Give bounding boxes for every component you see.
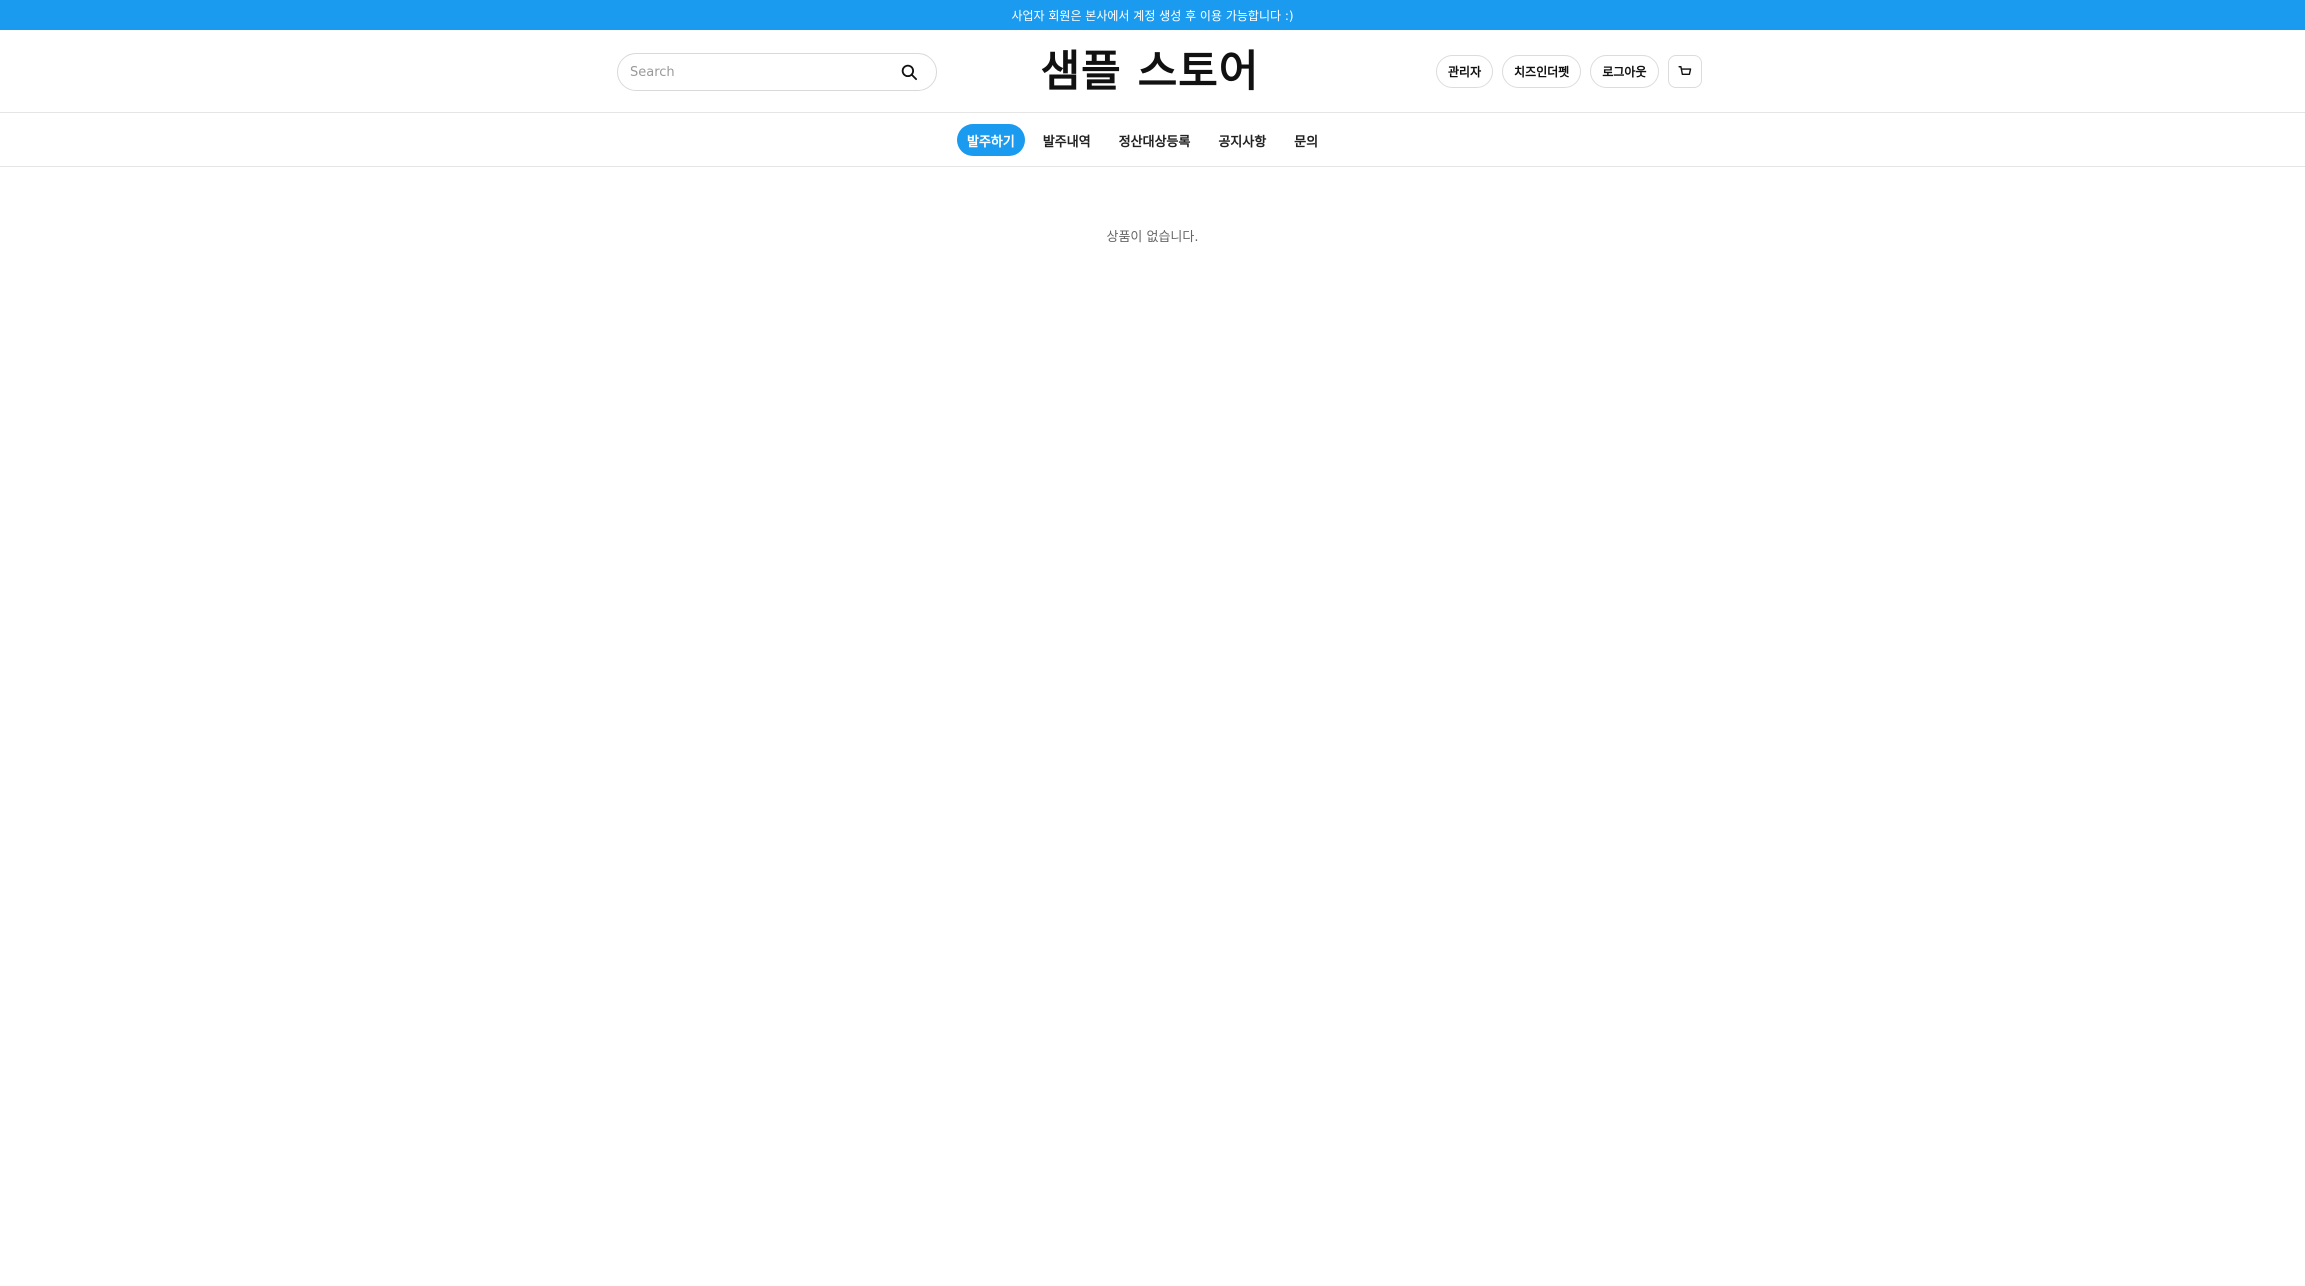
search-input[interactable] (628, 56, 894, 88)
cart-icon (1677, 65, 1691, 75)
search-icon (901, 64, 918, 81)
nav-item-order[interactable]: 발주하기 (957, 124, 1025, 156)
cart-button[interactable] (1667, 55, 1702, 88)
logout-button[interactable]: 로그아웃 (1590, 55, 1659, 88)
nav-item-order-history[interactable]: 발주내역 (1033, 124, 1101, 156)
admin-button[interactable]: 관리자 (1436, 55, 1494, 88)
search-box (617, 53, 937, 91)
nav-item-inquiry[interactable]: 문의 (1284, 124, 1328, 156)
user-account-button[interactable]: 치즈인더펫 (1502, 55, 1582, 88)
nav-item-settlement-register[interactable]: 정산대상등록 (1109, 124, 1201, 156)
main-nav: 발주하기 발주내역 정산대상등록 공지사항 문의 (0, 113, 2305, 167)
header-actions: 관리자 치즈인더펫 로그아웃 (1436, 55, 1702, 88)
announcement-bar: 사업자 회원은 본사에서 계정 생성 후 이용 가능합니다 :) (0, 0, 2305, 30)
empty-products-message: 상품이 없습니다. (1106, 230, 1199, 245)
search-button[interactable] (894, 57, 924, 87)
site-header: 샘플 스토어 관리자 치즈인더펫 로그아웃 (0, 30, 2305, 113)
site-logo[interactable]: 샘플 스토어 (1000, 44, 1300, 100)
nav-item-notices[interactable]: 공지사항 (1208, 124, 1276, 156)
announcement-text: 사업자 회원은 본사에서 계정 생성 후 이용 가능합니다 :) (1011, 8, 1294, 23)
